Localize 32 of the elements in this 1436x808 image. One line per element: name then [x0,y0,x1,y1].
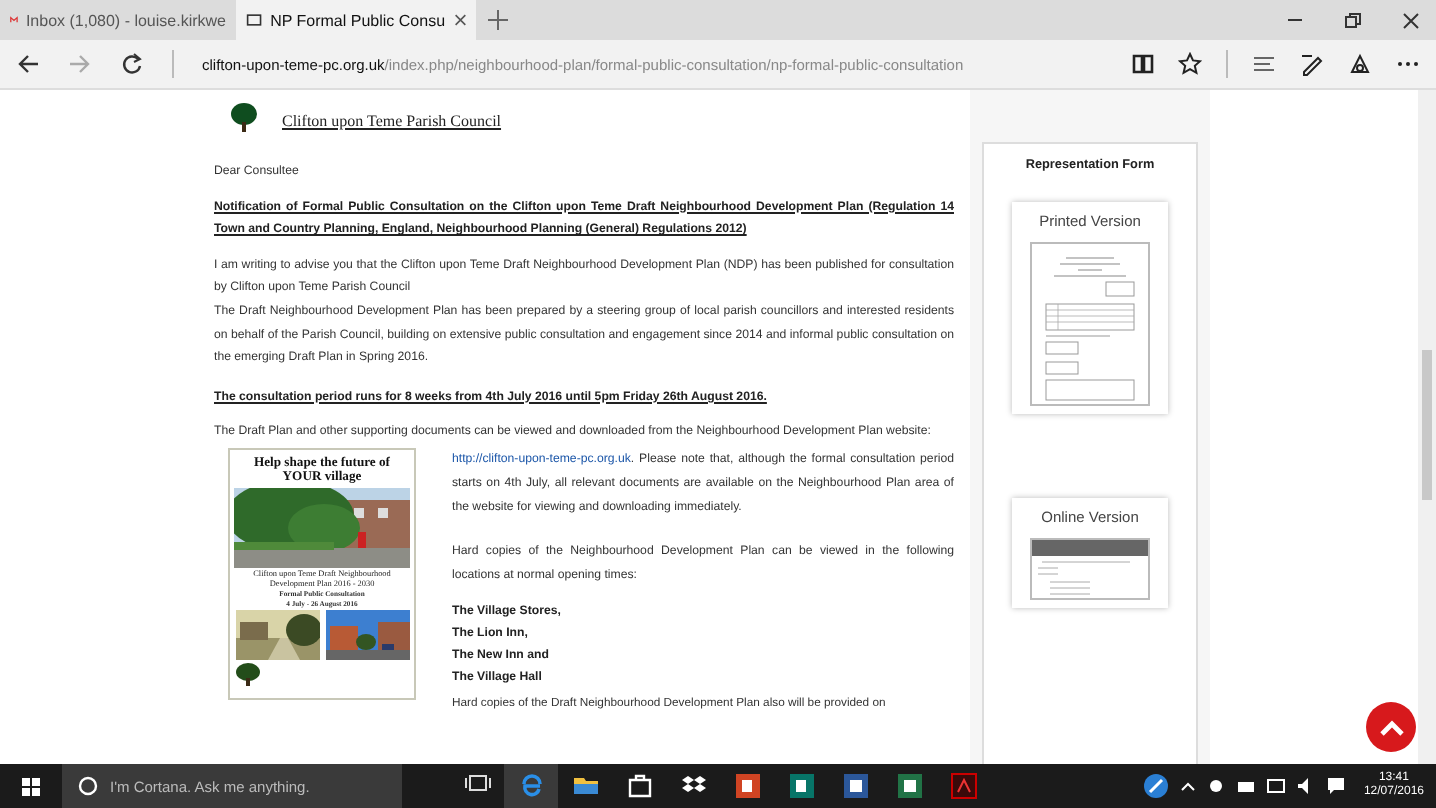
browser-tab[interactable]: NP Formal Public Consu [236,0,476,40]
scrollbar[interactable] [1418,90,1436,764]
close-icon[interactable] [1402,11,1420,29]
close-icon[interactable] [453,12,466,28]
restore-icon[interactable] [1344,11,1362,29]
back-icon[interactable] [16,52,40,76]
page-icon [246,10,263,30]
refresh-icon[interactable] [120,52,144,76]
browser-tab[interactable]: Inbox (1,080) - louise.kirkwe [0,0,236,40]
hub-icon[interactable] [1252,52,1276,76]
chevron-up-icon [1377,715,1405,739]
presentation-app-icon[interactable] [733,772,761,800]
tree-icon [230,102,258,132]
form-preview-drawing [1030,538,1150,600]
notification-icon[interactable] [1325,776,1346,796]
favorite-star-icon[interactable] [1178,52,1202,76]
reading-view-icon[interactable] [1132,52,1154,76]
site-title[interactable]: Clifton upon Teme Parish Council [282,112,502,132]
new-tab-icon[interactable] [488,10,508,30]
publisher-app-icon[interactable] [787,772,815,800]
chevron-up-icon[interactable] [1179,778,1196,794]
scroll-to-top-button[interactable] [1366,702,1416,752]
cortana-icon [78,776,98,796]
document-app-icon[interactable] [841,772,869,800]
store-bag-icon[interactable] [625,772,653,800]
edge-icon[interactable] [517,772,545,800]
start-icon[interactable] [22,777,40,795]
tree-icon [234,662,262,687]
spreadsheet-app-icon[interactable] [895,772,923,800]
folder-icon[interactable] [571,772,599,800]
pdf-app-icon[interactable] [949,772,977,800]
web-note-icon[interactable] [1300,52,1324,76]
